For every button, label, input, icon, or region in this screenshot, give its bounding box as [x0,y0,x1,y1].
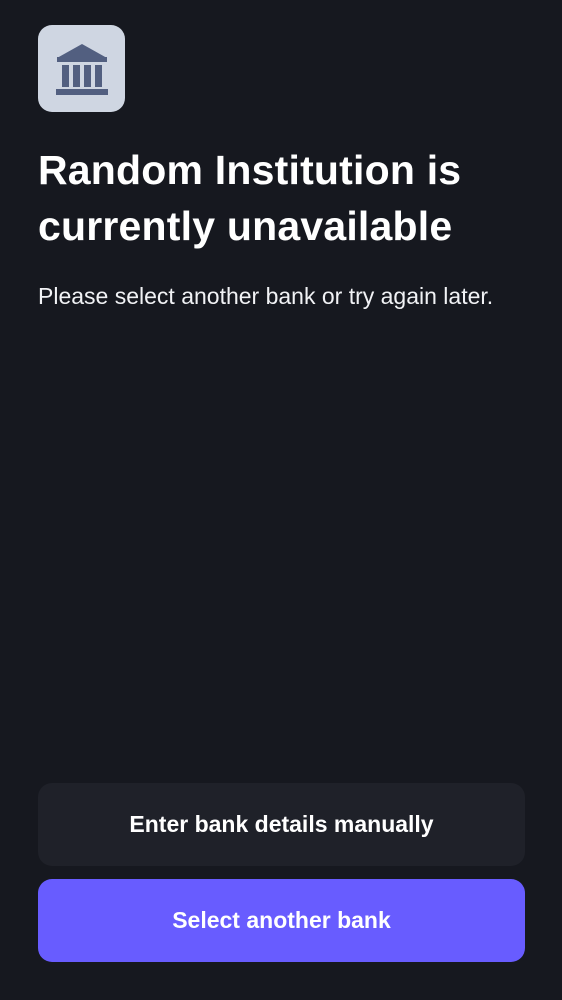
page-title: Random Institution is currently unavaila… [38,147,462,249]
select-another-bank-button[interactable]: Select another bank [38,879,525,962]
bank-building-icon [55,43,108,95]
error-screen: Random Institution is currently unavaila… [0,0,562,1000]
enter-bank-details-manually-button[interactable]: Enter bank details manually [38,783,525,866]
error-message: Please select another bank or try again … [38,283,494,309]
institution-logo [38,25,125,112]
